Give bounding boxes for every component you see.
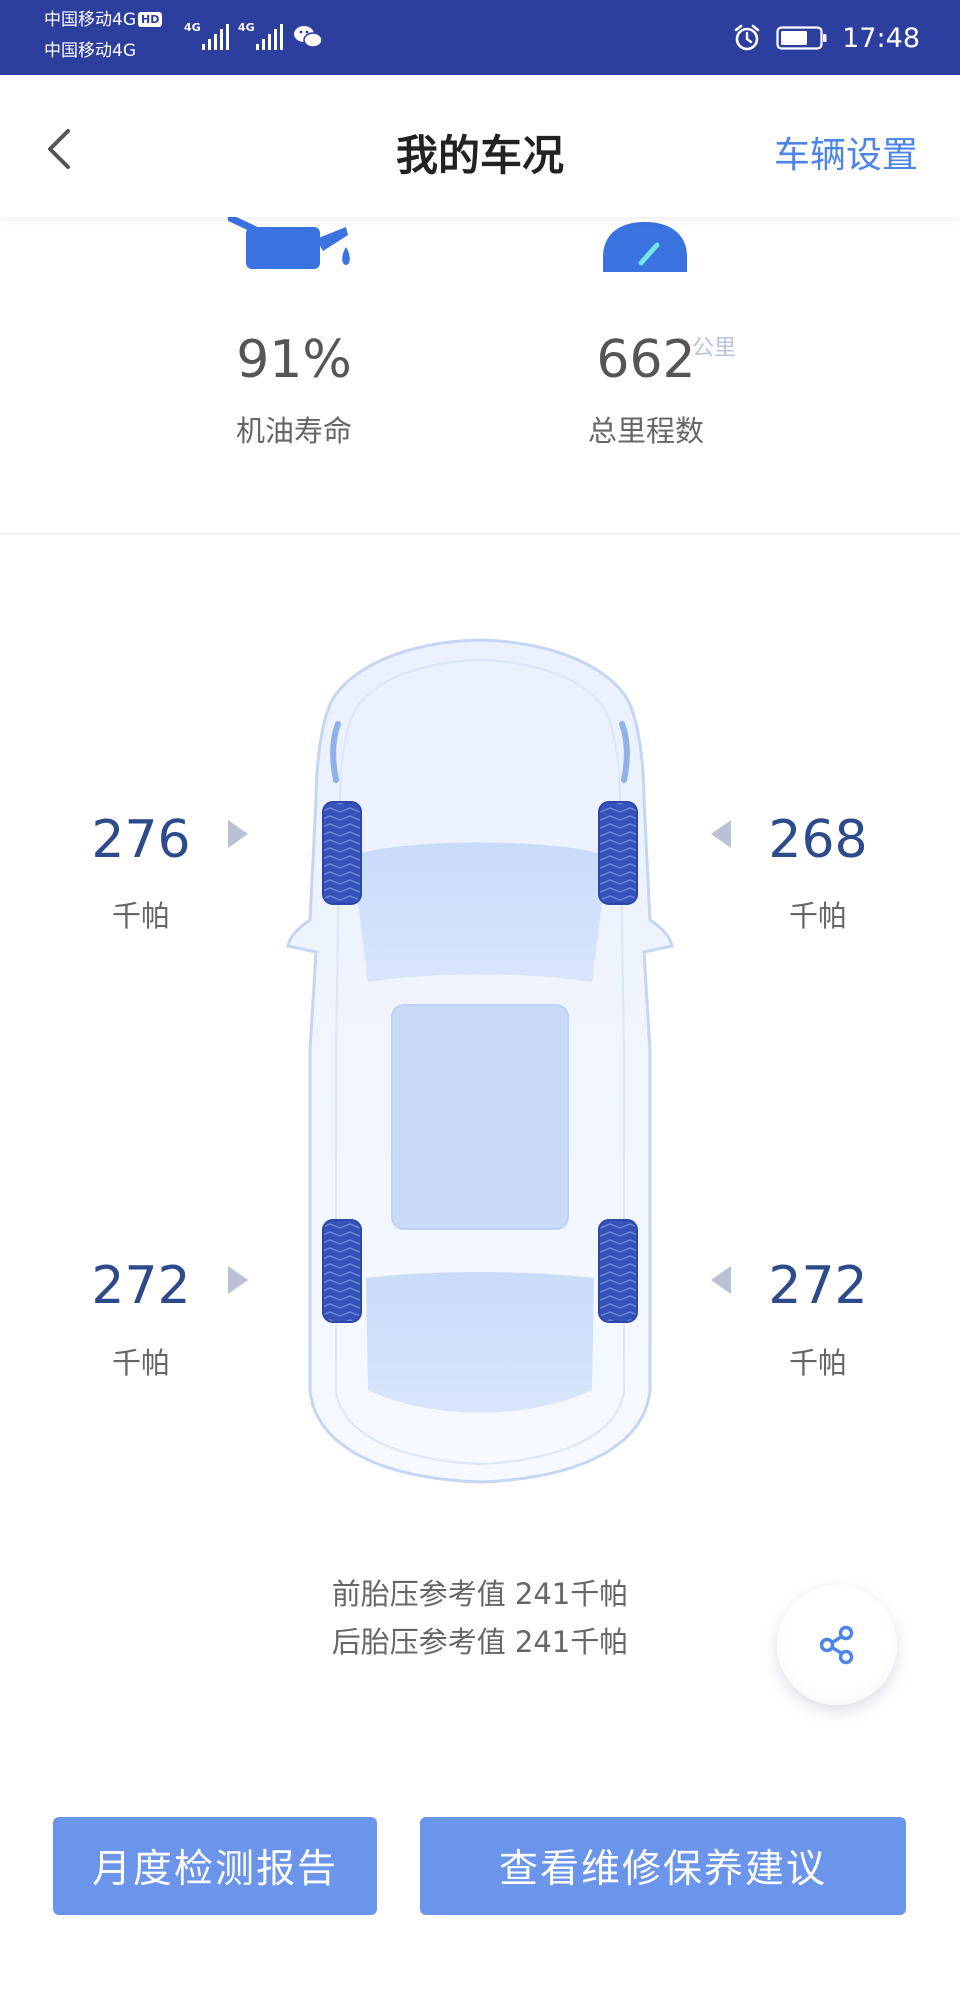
mileage-label: 总里程数 [587,414,704,448]
wechat-icon [294,26,323,48]
clock: 17:48 [842,22,920,54]
nav-bar: 我的车况 车辆设置 [0,75,960,217]
pointer-left-icon [711,1266,731,1294]
rear-right-tire [598,1219,638,1323]
share-icon [819,1625,854,1665]
network-type-1: 4G [184,21,201,34]
front-right-pressure-value: 268 [768,810,868,870]
front-right-tire [598,801,638,905]
battery-icon [776,26,827,50]
pointer-right-icon [228,1266,248,1294]
carrier-line-1: 中国移动4G HD [44,10,163,30]
front-left-pressure-unit: 千帕 [111,899,170,933]
pointer-right-icon [228,820,248,848]
status-right: 17:48 [732,18,920,58]
signal-icon-2: 4G [238,21,283,50]
car-top-view [286,638,674,1484]
rear-left-tire [322,1219,362,1323]
carrier-name-1: 中国移动4G [44,10,136,30]
front-left-tire [322,801,362,905]
monthly-report-button[interactable]: 月度检测报告 [53,1817,377,1915]
rear-right-pressure-unit: 千帕 [788,1346,847,1380]
vehicle-settings-link[interactable]: 车辆设置 [774,126,918,178]
oil-life-value: 91% [236,330,352,390]
alarm-icon [734,24,760,51]
share-button[interactable] [777,1585,897,1705]
carrier-name-2: 中国移动4G [44,41,136,61]
rear-right-pressure-value: 272 [768,1256,868,1316]
rear-left-pressure-value: 272 [91,1256,191,1316]
odometer-icon [603,222,687,272]
oil-life-label: 机油寿命 [235,414,352,448]
pointer-left-icon [711,820,731,848]
network-type-2: 4G [238,21,255,34]
front-right-pressure-unit: 千帕 [788,899,847,933]
status-bar: 中国移动4G HD 中国移动4G 4G 4G 17:48 [0,0,960,75]
section-divider [0,533,960,535]
signal-icon: 4G [184,21,229,50]
oil-can-icon [228,217,350,269]
front-left-pressure-value: 276 [91,810,191,870]
rear-left-pressure-unit: 千帕 [111,1346,170,1380]
maintenance-advice-button[interactable]: 查看维修保养建议 [420,1817,906,1915]
mileage-unit: 公里 [692,336,737,361]
hd-badge: HD [138,12,163,27]
